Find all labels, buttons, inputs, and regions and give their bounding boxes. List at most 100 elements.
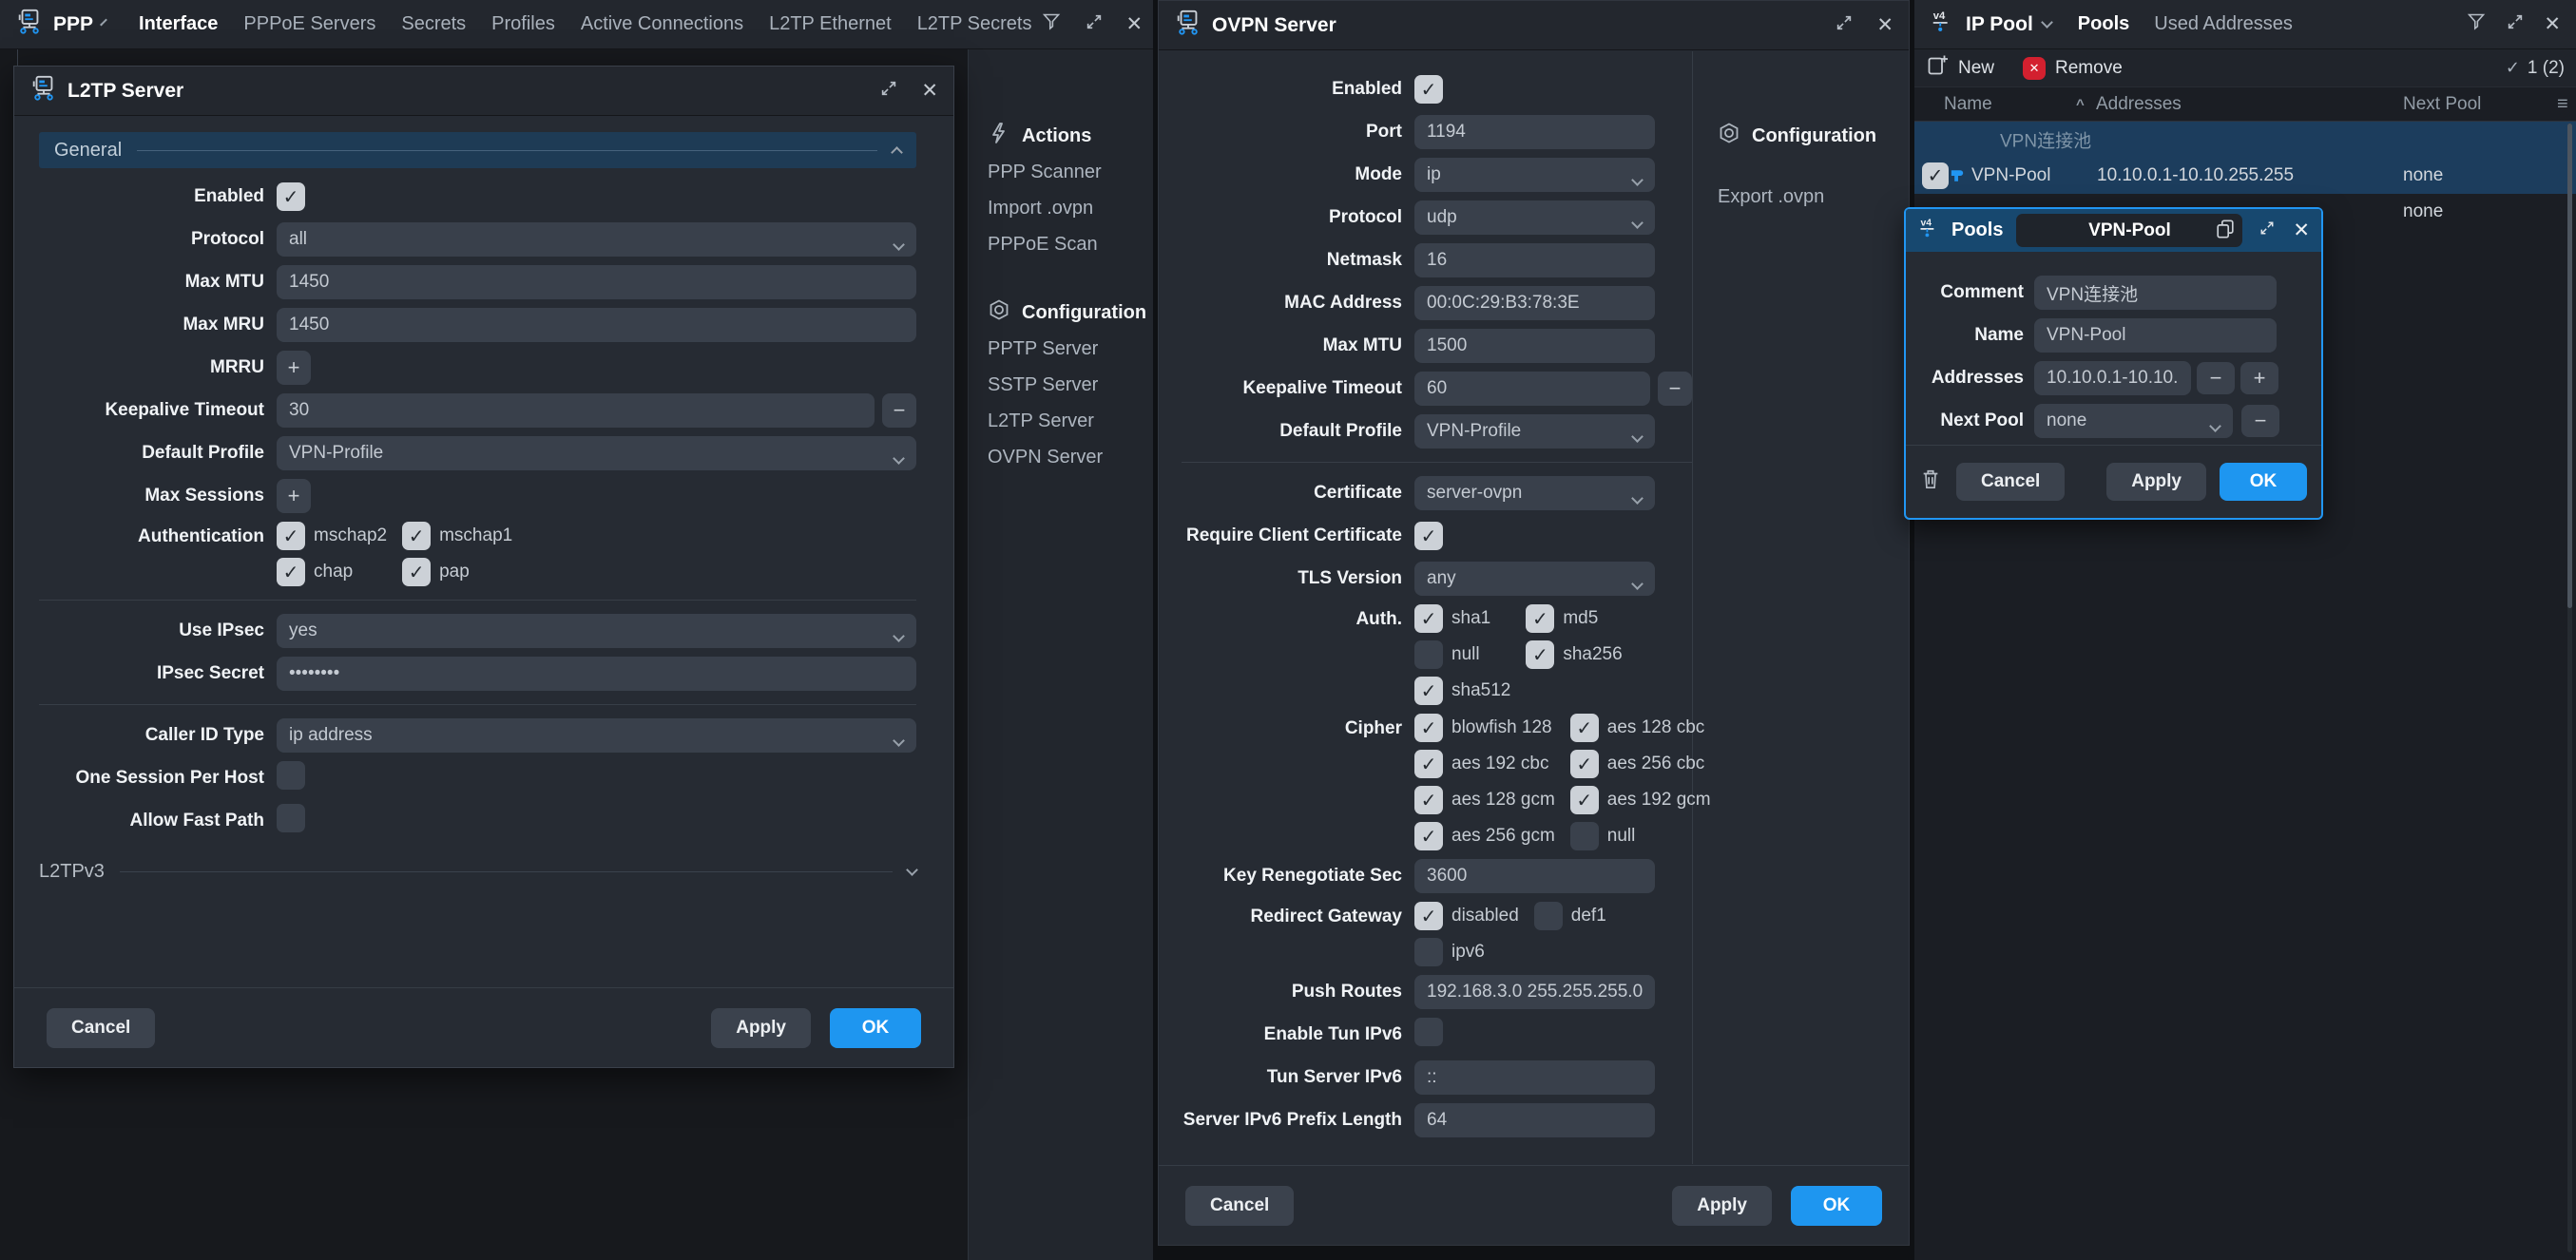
apply-button[interactable]: Apply	[2106, 463, 2206, 501]
column-next-pool[interactable]: Next Pool	[2403, 94, 2481, 115]
tab-l2tp-secrets[interactable]: L2TP Secrets	[917, 13, 1032, 35]
config-ovpn-server[interactable]: OVPN Server	[988, 439, 1153, 475]
caller-id-type-select[interactable]: ip address	[277, 718, 916, 753]
addresses-remove-button[interactable]: −	[2197, 362, 2235, 394]
action-pppoe-scan[interactable]: PPPoE Scan	[988, 226, 1153, 262]
remove-button[interactable]: ✕ Remove	[2023, 57, 2123, 80]
apply-button[interactable]: Apply	[711, 1008, 811, 1048]
redirect-ipv6[interactable]: ✓ipv6	[1414, 938, 1519, 966]
tab-pools[interactable]: Pools	[2078, 13, 2129, 35]
cipher-aes-256-cbc[interactable]: ✓aes 256 cbc	[1570, 750, 1711, 778]
key-renegotiate-input[interactable]	[1414, 859, 1655, 893]
auth-mschap1[interactable]: ✓mschap1	[402, 522, 512, 550]
ipsec-secret-input[interactable]	[277, 657, 916, 691]
auth-md5[interactable]: ✓md5	[1526, 604, 1622, 633]
scrollbar-thumb[interactable]	[2567, 124, 2572, 608]
auth-null[interactable]: ✓null	[1414, 640, 1510, 669]
filter-funnel-icon[interactable]	[1042, 11, 1062, 37]
keepalive-input[interactable]	[277, 393, 875, 428]
ok-button[interactable]: OK	[1791, 1186, 1882, 1226]
keepalive-remove-button[interactable]: −	[1658, 372, 1692, 406]
push-routes-input[interactable]	[1414, 975, 1655, 1009]
trash-icon[interactable]	[1920, 468, 1941, 496]
group-row[interactable]: VPN连接池	[1914, 122, 2576, 158]
cancel-button[interactable]: Cancel	[1956, 463, 2065, 501]
tab-secrets[interactable]: Secrets	[401, 13, 466, 35]
redirect-disabled[interactable]: ✓disabled	[1414, 902, 1519, 930]
table-row[interactable]: ✓ VPN-Pool 10.10.0.1-10.10.255.255 none	[1914, 158, 2576, 194]
protocol-select[interactable]: udp	[1414, 200, 1655, 235]
redirect-def1[interactable]: ✓def1	[1534, 902, 1606, 930]
tun-server-ipv6-input[interactable]	[1414, 1060, 1655, 1095]
apply-button[interactable]: Apply	[1672, 1186, 1772, 1226]
tab-used-addresses[interactable]: Used Addresses	[2154, 13, 2293, 35]
max-mtu-input[interactable]	[1414, 329, 1655, 363]
use-ipsec-select[interactable]: yes	[277, 614, 916, 648]
expand-icon[interactable]	[1085, 12, 1104, 37]
cipher-blowfish-128[interactable]: ✓blowfish 128	[1414, 714, 1555, 742]
keepalive-input[interactable]	[1414, 372, 1650, 406]
action-ppp-scanner[interactable]: PPP Scanner	[988, 154, 1153, 190]
max-mru-input[interactable]	[277, 308, 916, 342]
column-addresses[interactable]: Addresses	[2096, 94, 2182, 115]
auth-sha512[interactable]: ✓sha512	[1414, 677, 1510, 705]
chevron-down-icon[interactable]	[2041, 16, 2053, 29]
expand-icon[interactable]	[2259, 220, 2276, 242]
cancel-button[interactable]: Cancel	[47, 1008, 155, 1048]
config-pptp-server[interactable]: PPTP Server	[988, 331, 1153, 367]
next-pool-remove-button[interactable]: −	[2241, 405, 2279, 437]
close-icon[interactable]: ✕	[921, 81, 938, 101]
expand-icon[interactable]	[2506, 12, 2525, 37]
next-pool-select[interactable]: none	[2034, 404, 2233, 438]
comment-input[interactable]	[2034, 276, 2277, 310]
protocol-select[interactable]: all	[277, 222, 916, 257]
addresses-add-button[interactable]: +	[2240, 362, 2278, 394]
certificate-select[interactable]: server-ovpn	[1414, 476, 1655, 510]
tab-pppoe-servers[interactable]: PPPoE Servers	[243, 13, 375, 35]
mac-address-input[interactable]	[1414, 286, 1655, 320]
addresses-input[interactable]	[2034, 361, 2191, 395]
mrru-add-button[interactable]: +	[277, 351, 311, 385]
auth-sha256[interactable]: ✓sha256	[1526, 640, 1622, 669]
max-mtu-input[interactable]	[277, 265, 916, 299]
cipher-aes-128-gcm[interactable]: ✓aes 128 gcm	[1414, 786, 1555, 814]
filter-funnel-icon[interactable]	[2467, 11, 2487, 37]
netmask-input[interactable]	[1414, 243, 1655, 277]
auth-sha1[interactable]: ✓sha1	[1414, 604, 1510, 633]
one-session-per-host-checkbox[interactable]: ✓	[277, 761, 305, 790]
keepalive-remove-button[interactable]: −	[882, 393, 916, 428]
cipher-null[interactable]: ✓null	[1570, 822, 1711, 850]
mode-select[interactable]: ip	[1414, 158, 1655, 192]
require-client-certificate-checkbox[interactable]: ✓	[1414, 522, 1443, 550]
expand-icon[interactable]	[879, 79, 898, 104]
port-input[interactable]	[1414, 115, 1655, 149]
ok-button[interactable]: OK	[2220, 463, 2307, 501]
enabled-checkbox[interactable]: ✓	[277, 182, 305, 211]
config-l2tp-server[interactable]: L2TP Server	[988, 403, 1153, 439]
default-profile-select[interactable]: VPN-Profile	[1414, 414, 1655, 449]
max-sessions-add-button[interactable]: +	[277, 479, 311, 513]
cancel-button[interactable]: Cancel	[1185, 1186, 1294, 1226]
cipher-aes-192-gcm[interactable]: ✓aes 192 gcm	[1570, 786, 1711, 814]
pool-name-header-field[interactable]: VPN-Pool	[2016, 214, 2242, 247]
tab-l2tp-ethernet[interactable]: L2TP Ethernet	[769, 13, 892, 35]
cipher-aes-256-gcm[interactable]: ✓aes 256 gcm	[1414, 822, 1555, 850]
action-import-ovpn[interactable]: Import .ovpn	[988, 190, 1153, 226]
auth-pap[interactable]: ✓pap	[402, 558, 512, 586]
auth-chap[interactable]: ✓chap	[277, 558, 387, 586]
chevron-down-icon[interactable]	[100, 18, 107, 26]
column-name[interactable]: Name	[1944, 94, 1992, 115]
new-button[interactable]: New	[1926, 54, 1994, 83]
cipher-aes-192-cbc[interactable]: ✓aes 192 cbc	[1414, 750, 1555, 778]
config-export-ovpn[interactable]: Export .ovpn	[1718, 179, 1909, 215]
copy-icon[interactable]	[2215, 219, 2236, 245]
l2tpv3-section-header[interactable]: L2TPv3	[39, 861, 916, 883]
close-icon[interactable]: ✕	[2544, 14, 2561, 34]
config-sstp-server[interactable]: SSTP Server	[988, 367, 1153, 403]
column-menu-icon[interactable]: ≡	[2557, 93, 2568, 115]
auth-mschap2[interactable]: ✓mschap2	[277, 522, 387, 550]
expand-icon[interactable]	[1835, 13, 1854, 38]
enabled-checkbox[interactable]: ✓	[1414, 75, 1443, 104]
close-icon[interactable]: ✕	[2293, 220, 2310, 240]
sort-ascending-icon[interactable]: ^	[2076, 96, 2085, 112]
